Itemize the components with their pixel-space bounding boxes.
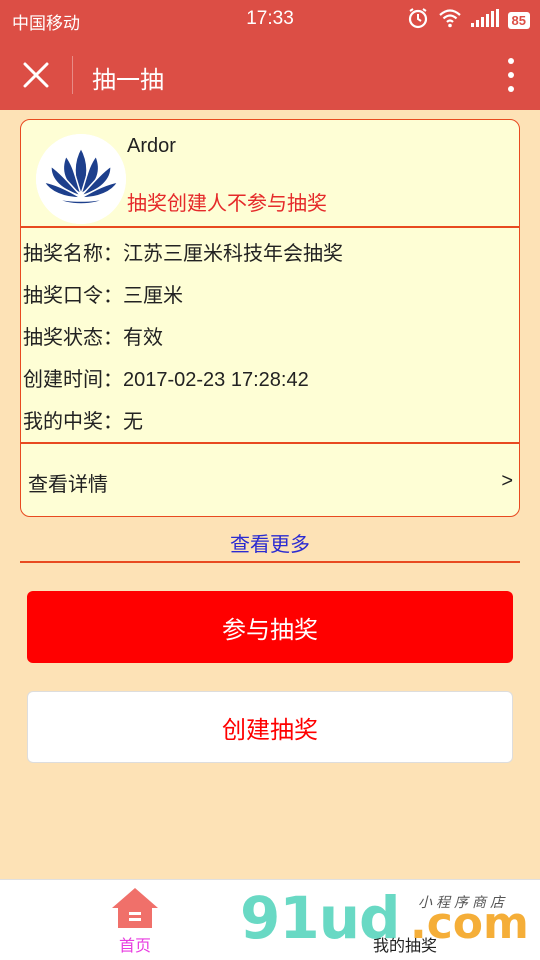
row-value: 江苏三厘米科技年会抽奖 [123, 241, 343, 265]
status-bar: 中国移动 17:33 85 [0, 0, 540, 40]
view-details-label: 查看详情 [28, 472, 108, 496]
more-vertical-icon[interactable] [504, 58, 518, 92]
page-title: 抽一抽 [92, 66, 164, 94]
row-value: 无 [123, 409, 143, 433]
lottery-password-row: 抽奖口令：三厘米 [23, 279, 183, 308]
battery-icon: 85 [507, 11, 530, 29]
navigation-bar: 抽一抽 [0, 40, 540, 110]
nav-separator [72, 56, 73, 94]
lottery-status-row: 抽奖状态：有效 [23, 321, 163, 350]
row-value: 三厘米 [123, 283, 183, 307]
signal-icon [470, 9, 499, 31]
status-icons: 85 [407, 7, 530, 33]
wifi-icon [438, 8, 462, 32]
row-label: 我的中奖： [23, 409, 123, 433]
close-icon [23, 62, 49, 88]
lotus-avatar-icon [36, 134, 126, 224]
avatar [36, 134, 126, 224]
creator-note: 抽奖创建人不参与抽奖 [127, 191, 327, 215]
lottery-card: Ardor 抽奖创建人不参与抽奖 抽奖名称：江苏三厘米科技年会抽奖 抽奖口令：三… [20, 119, 520, 517]
my-prize-row: 我的中奖：无 [23, 405, 143, 434]
tab-my-lottery[interactable]: 我的抽奖 [270, 880, 540, 960]
row-label: 抽奖口令： [23, 283, 123, 307]
alarm-icon [407, 7, 429, 33]
close-button[interactable] [18, 57, 54, 93]
home-icon [112, 888, 158, 928]
row-value: 有效 [123, 325, 163, 349]
join-lottery-button[interactable]: 参与抽奖 [27, 591, 513, 663]
row-label: 抽奖名称： [23, 241, 123, 265]
row-value: 2017-02-23 17:28:42 [123, 369, 309, 391]
tab-home-label: 首页 [118, 936, 151, 955]
view-more-link[interactable]: 查看更多 [0, 528, 540, 557]
lottery-name-row: 抽奖名称：江苏三厘米科技年会抽奖 [23, 237, 343, 266]
create-lottery-button[interactable]: 创建抽奖 [27, 691, 513, 763]
view-details-row[interactable]: 查看详情 > [21, 444, 519, 516]
tab-my-lottery-label: 我的抽奖 [372, 936, 437, 955]
tab-bar: 首页 我的抽奖 [0, 879, 540, 960]
card-divider [21, 226, 519, 228]
creator-username: Ardor [127, 135, 176, 157]
created-time-row: 创建时间：2017-02-23 17:28:42 [23, 363, 309, 392]
row-label: 抽奖状态： [23, 325, 123, 349]
section-divider [20, 561, 520, 563]
tab-home[interactable]: 首页 [0, 880, 270, 960]
row-label: 创建时间： [23, 367, 123, 391]
chevron-right-icon: > [501, 470, 513, 492]
